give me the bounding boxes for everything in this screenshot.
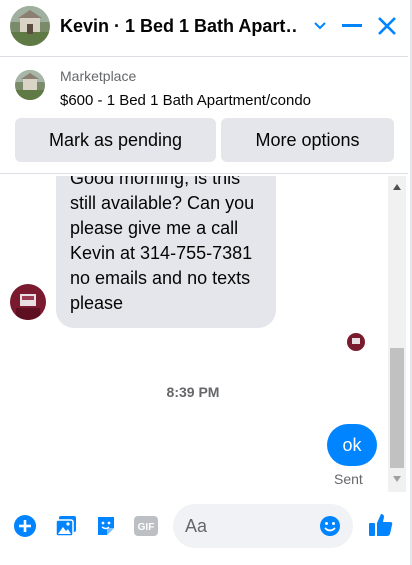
message-thread: Good morning, is this still available? C… [0, 176, 386, 492]
scrollbar-thumb[interactable] [390, 348, 404, 468]
outgoing-message: ok [327, 424, 377, 466]
emoji-icon[interactable] [319, 515, 341, 537]
message-input[interactable]: Aa [173, 504, 353, 548]
message-composer: GIF Aa [0, 496, 408, 560]
sender-avatar[interactable] [10, 284, 46, 320]
message-input-placeholder: Aa [185, 516, 208, 536]
listing-divider [0, 173, 408, 174]
message-timestamp: 8:39 PM [166, 384, 220, 400]
message-line: Good morning, is this [70, 176, 241, 188]
chat-window: Kevin · 1 Bed 1 Bath Apart… Marketplace … [0, 0, 412, 565]
mark-as-pending-button[interactable]: Mark as pending [15, 118, 216, 162]
like-icon[interactable] [368, 512, 394, 538]
message-line: please give me a call [70, 218, 239, 238]
listing-title[interactable]: $600 - 1 Bed 1 Bath Apartment/condo [60, 92, 311, 109]
scroll-up-arrow-icon[interactable] [388, 180, 406, 194]
sent-status: Sent [334, 471, 363, 487]
sticker-icon[interactable] [93, 513, 119, 539]
photo-icon[interactable] [53, 513, 79, 539]
close-icon[interactable] [373, 12, 401, 40]
listing-thumbnail[interactable] [15, 70, 45, 100]
message-line: please [70, 293, 124, 313]
header-divider [0, 56, 408, 57]
incoming-message: Good morning, is this still available? C… [56, 176, 276, 328]
chevron-down-icon[interactable] [306, 12, 334, 40]
message-line: Kevin at 314-755-7381 [70, 243, 253, 263]
minimize-icon[interactable] [338, 12, 366, 40]
chat-title: Kevin · 1 Bed 1 Bath Apart… [60, 16, 296, 36]
message-line: still available? Can you [70, 193, 255, 213]
plus-icon[interactable] [12, 513, 38, 539]
more-options-button[interactable]: More options [221, 118, 394, 162]
gif-label: GIF [138, 522, 155, 533]
read-receipt-avatar [347, 333, 365, 351]
thread-scrollbar[interactable] [388, 176, 406, 492]
message-line: no emails and no texts [70, 268, 251, 288]
chat-header: Kevin · 1 Bed 1 Bath Apart… [0, 0, 408, 56]
marketplace-label: Marketplace [60, 68, 137, 84]
gif-icon[interactable]: GIF [133, 513, 159, 539]
scroll-down-arrow-icon[interactable] [388, 472, 406, 486]
contact-avatar[interactable] [10, 6, 50, 46]
